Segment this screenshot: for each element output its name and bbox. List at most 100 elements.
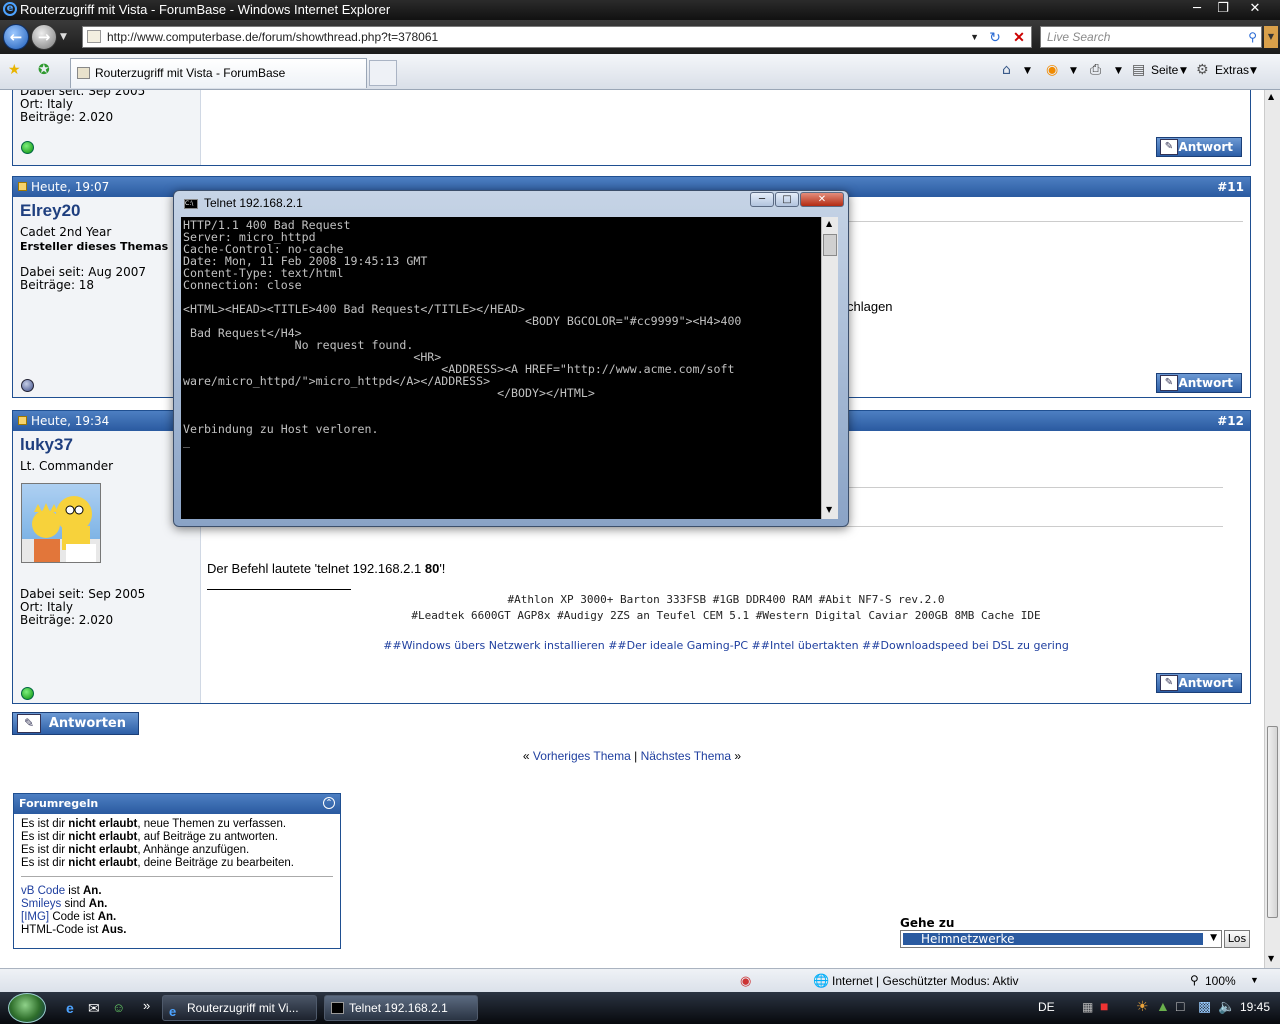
rule-text: Es ist dir <box>21 818 69 830</box>
page-dropdown-icon[interactable]: ▼ <box>1180 66 1187 76</box>
tray-security-icon[interactable]: ▲ <box>1156 998 1170 1014</box>
reply-button[interactable]: ✎ Antwort <box>1156 673 1242 693</box>
search-icon[interactable]: ⚲ <box>1248 27 1257 47</box>
vb-code-link[interactable]: vB Code <box>21 885 65 897</box>
new-tab-button[interactable] <box>369 60 397 86</box>
telnet-console[interactable]: HTTP/1.1 400 Bad Request Server: micro_ht… <box>181 217 821 519</box>
quicklaunch-chevron[interactable]: » <box>143 998 150 1013</box>
task-telnet-window[interactable]: Telnet 192.168.2.1 <box>324 995 478 1021</box>
tray-volume-icon[interactable]: 🔈 <box>1218 998 1235 1015</box>
tab-active[interactable]: Routerzugriff mit Vista - ForumBase <box>70 58 367 88</box>
start-button[interactable] <box>8 993 46 1023</box>
reply-button[interactable]: ✎ Antwort <box>1156 137 1242 157</box>
goto-select[interactable]: Heimnetzwerke ▼ <box>900 930 1222 948</box>
tools-dropdown-icon[interactable]: ▼ <box>1250 66 1257 76</box>
code-text: Code ist <box>49 911 98 923</box>
scroll-down-icon[interactable]: ▼ <box>1268 954 1274 963</box>
quicklaunch-mail-icon[interactable]: ✉ <box>88 1000 100 1017</box>
sig-link-dsl-speed[interactable]: Downloadspeed bei DSL zu gering <box>881 639 1069 652</box>
user-sidebar: Dabei seit: Sep 2005 Ort: Italy Beiträge… <box>13 90 201 165</box>
favorites-star-icon[interactable]: ★ <box>8 62 21 78</box>
tray-monitor-icon[interactable]: ▩ <box>1198 998 1211 1015</box>
telnet-maximize-button[interactable]: □ <box>775 192 799 207</box>
clock[interactable]: 19:45 <box>1240 1000 1270 1014</box>
rule-text: Es ist dir <box>21 831 69 843</box>
task-ie-window[interactable]: e Routerzugriff mit Vi... <box>162 995 317 1021</box>
prev-thread-link[interactable]: Vorheriges Thema <box>533 749 631 763</box>
post-number[interactable]: #12 <box>1217 411 1244 431</box>
security-zone[interactable]: Internet | Geschützter Modus: Aktiv <box>832 974 1019 988</box>
quicklaunch-messenger-icon[interactable]: ☺ <box>112 1000 125 1015</box>
privacy-icon[interactable]: ◉ <box>740 973 751 989</box>
message-suffix: '! <box>439 561 446 576</box>
goto-dropdown-icon[interactable]: ▼ <box>1210 933 1217 943</box>
page-scrollbar[interactable]: ▲ ▼ <box>1264 90 1280 968</box>
code-line: [IMG] Code ist An. <box>21 911 333 924</box>
scrollbar-thumb[interactable] <box>1267 726 1278 918</box>
rule-text: Es ist dir <box>21 857 69 869</box>
next-thread-link[interactable]: Nächstes Thema <box>641 749 732 763</box>
home-icon[interactable]: ⌂ <box>1002 62 1011 78</box>
post-icon <box>18 182 27 191</box>
console-scroll-up-icon[interactable]: ▲ <box>826 219 832 228</box>
signature: #Athlon XP 3000+ Barton 333FSB #1GB DDR4… <box>201 593 1251 653</box>
rule-line: Es ist dir nicht erlaubt, auf Beiträge z… <box>21 831 333 844</box>
post-number[interactable]: #11 <box>1217 177 1244 197</box>
forward-button[interactable]: → <box>31 24 57 50</box>
minimize-button[interactable]: ─ <box>1184 0 1210 18</box>
sig-link-intel-oc[interactable]: Intel übertakten <box>770 639 859 652</box>
scroll-up-icon[interactable]: ▲ <box>1268 92 1274 101</box>
username[interactable]: Elrey20 <box>20 201 81 221</box>
stop-icon[interactable]: ✕ <box>1009 27 1029 47</box>
maximize-button[interactable]: ❐ <box>1210 0 1236 18</box>
telnet-close-button[interactable]: ✕ <box>800 192 844 207</box>
rule-text: , deine Beiträge zu bearbeiten. <box>137 857 294 869</box>
collapse-icon[interactable]: ⌃ <box>323 797 335 809</box>
new-reply-button[interactable]: ✎ Antworten <box>12 712 139 735</box>
img-code-link[interactable]: [IMG] <box>21 911 49 923</box>
sig-link-gaming-pc[interactable]: Der ideale Gaming-PC <box>627 639 748 652</box>
zoom-dropdown-icon[interactable]: ▼ <box>1250 975 1259 985</box>
tray-ati-icon[interactable]: ■ <box>1100 998 1108 1014</box>
search-input[interactable]: Live Search ⚲ <box>1040 26 1262 48</box>
goto-button[interactable]: Los <box>1224 930 1250 948</box>
page-icon[interactable]: ▤ <box>1132 62 1145 78</box>
print-icon[interactable]: ⎙ <box>1090 62 1101 78</box>
telnet-window[interactable]: C:\ Telnet 192.168.2.1 ─ □ ✕ HTTP/1.1 40… <box>173 190 849 527</box>
rule-bold: nicht erlaubt <box>68 844 138 856</box>
home-dropdown-icon[interactable]: ▼ <box>1024 66 1031 76</box>
signature-divider <box>207 589 351 590</box>
close-button[interactable]: ✕ <box>1242 0 1268 18</box>
page-menu[interactable]: Seite <box>1151 63 1178 77</box>
telnet-minimize-button[interactable]: ─ <box>750 192 774 207</box>
zoom-level[interactable]: 100% <box>1205 974 1236 988</box>
link-prefix: ## <box>383 639 402 652</box>
feeds-icon[interactable]: ◉ <box>1046 62 1058 78</box>
tab-favicon-icon <box>77 67 90 79</box>
address-field[interactable]: http://www.computerbase.de/forum/showthr… <box>82 26 1032 48</box>
gear-icon[interactable]: ⚙ <box>1196 62 1209 78</box>
console-scrollbar[interactable]: ▲ ▼ <box>821 217 838 519</box>
sig-link-windows-network[interactable]: Windows übers Netzwerk installieren <box>402 639 605 652</box>
history-dropdown-icon[interactable]: ▼ <box>60 32 67 42</box>
username[interactable]: luky37 <box>20 435 73 455</box>
quicklaunch-ie-icon[interactable]: e <box>66 1000 74 1016</box>
refresh-icon[interactable]: ↻ <box>985 27 1005 47</box>
tools-menu[interactable]: Extras <box>1215 63 1249 77</box>
search-options-icon[interactable]: ▼ <box>1264 26 1278 48</box>
tray-app-icon[interactable]: ☀ <box>1136 998 1149 1015</box>
tray-device-icon[interactable]: □ <box>1176 998 1184 1014</box>
input-language[interactable]: DE <box>1038 1000 1055 1014</box>
address-dropdown-icon[interactable]: ▼ <box>970 27 979 47</box>
add-favorite-icon[interactable]: ✪ <box>38 62 50 78</box>
window-title: Routerzugriff mit Vista - ForumBase - Wi… <box>20 2 391 17</box>
console-scroll-down-icon[interactable]: ▼ <box>826 505 832 514</box>
tray-network-icon[interactable]: ▦ <box>1082 1000 1093 1014</box>
back-button[interactable]: ← <box>3 24 29 50</box>
code-line: Smileys sind An. <box>21 898 333 911</box>
console-scroll-thumb[interactable] <box>823 234 837 256</box>
print-dropdown-icon[interactable]: ▼ <box>1115 66 1122 76</box>
feeds-dropdown-icon[interactable]: ▼ <box>1070 66 1077 76</box>
smileys-link[interactable]: Smileys <box>21 898 61 910</box>
reply-button[interactable]: ✎ Antwort <box>1156 373 1242 393</box>
